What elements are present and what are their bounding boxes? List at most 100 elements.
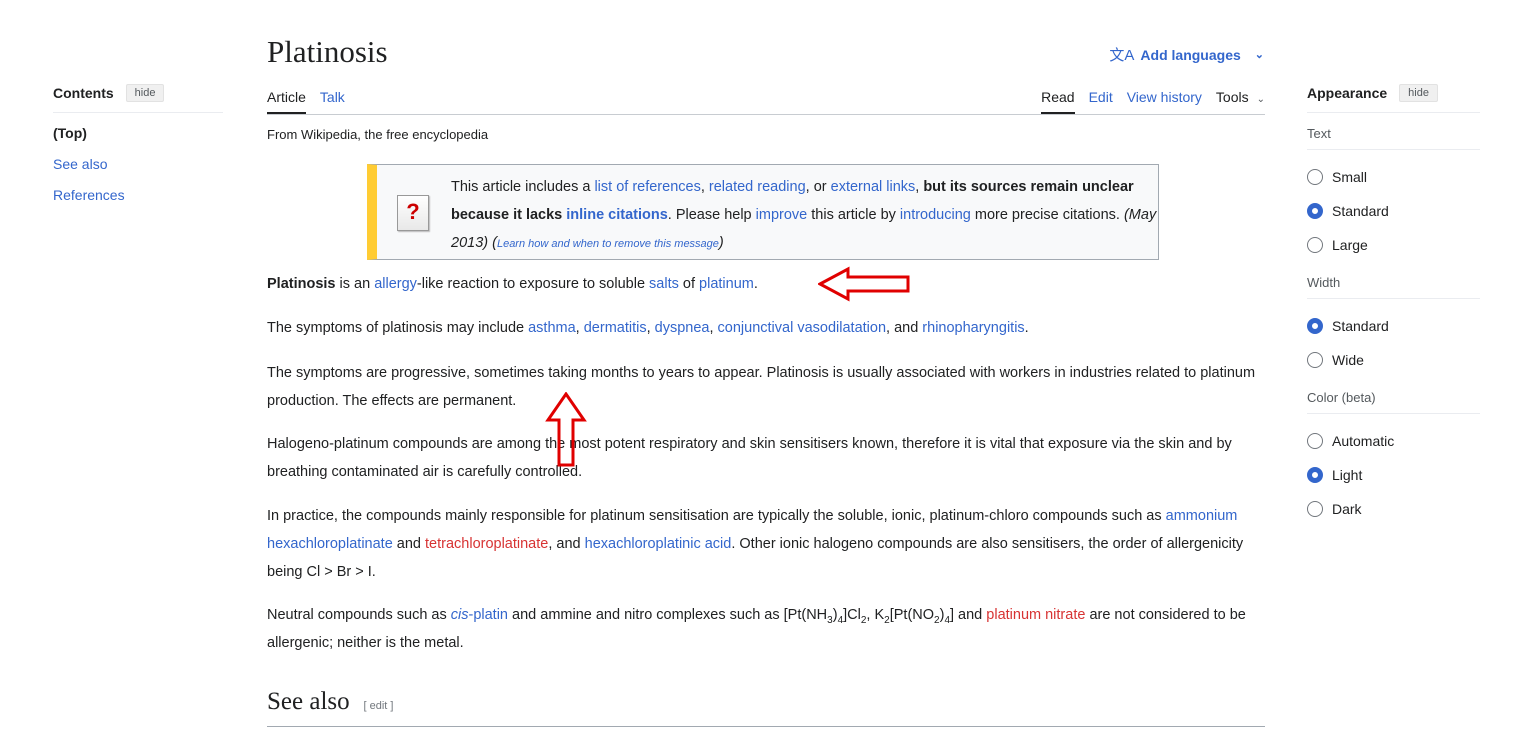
- option-label: Standard: [1332, 318, 1389, 334]
- text: and ammine and nitro complexes such as […: [508, 607, 828, 623]
- toc-header: Contents hide: [53, 82, 223, 113]
- refimprove-notice: ? This article includes a list of refere…: [367, 164, 1159, 260]
- text: ,: [575, 320, 584, 336]
- radio-width-wide[interactable]: Wide: [1307, 343, 1480, 377]
- appearance-header: Appearance hide: [1307, 82, 1480, 113]
- link-platinum[interactable]: platinum: [699, 276, 754, 292]
- link-rhinopharyngitis[interactable]: rhinopharyngitis: [922, 320, 1024, 336]
- table-of-contents: Contents hide (Top) See also References: [53, 82, 223, 216]
- text: more precise citations.: [970, 207, 1124, 223]
- option-label: Light: [1332, 467, 1363, 483]
- text: .: [1024, 320, 1029, 336]
- link-related-reading[interactable]: related reading: [709, 179, 806, 195]
- appearance-hide-button[interactable]: hide: [1399, 84, 1438, 102]
- redlink-tetrachloroplatinate[interactable]: tetrachloroplatinate: [425, 536, 548, 552]
- option-label: Large: [1332, 237, 1368, 253]
- paragraph-halogeno: Halogeno-platinum compounds are among th…: [267, 436, 1232, 480]
- tagline: From Wikipedia, the free encyclopedia: [267, 127, 489, 142]
- radio-selected-icon: [1307, 318, 1323, 334]
- see-also-title: See also: [267, 688, 350, 715]
- option-label: Dark: [1332, 501, 1362, 517]
- radio-color-dark[interactable]: Dark: [1307, 492, 1480, 526]
- link-inline-citations[interactable]: inline citations: [566, 207, 668, 223]
- radio-width-standard[interactable]: Standard: [1307, 309, 1480, 343]
- radio-text-small[interactable]: Small: [1307, 160, 1480, 194]
- text: , K: [866, 607, 885, 623]
- toc-item-references[interactable]: References: [53, 185, 223, 216]
- page-title: Platinosis: [267, 34, 388, 69]
- text: (: [488, 235, 497, 251]
- color-label: Color (beta): [1307, 383, 1480, 414]
- text: .: [753, 276, 758, 292]
- redlink-platinum-nitrate[interactable]: platinum nitrate: [986, 607, 1085, 623]
- text-italic: cis: [450, 607, 469, 623]
- notice-text: This article includes a list of referenc…: [451, 173, 1161, 258]
- radio-icon: [1307, 433, 1323, 449]
- link-introducing[interactable]: introducing: [900, 207, 971, 223]
- link-list-of-references[interactable]: list of references: [594, 179, 700, 195]
- radio-text-standard[interactable]: Standard: [1307, 194, 1480, 228]
- link-cisplatin[interactable]: cis-platin: [451, 607, 508, 623]
- link-conjunctival-vasodilatation[interactable]: conjunctival vasodilatation: [718, 320, 886, 336]
- text: Neutral compounds such as: [267, 607, 451, 623]
- link-asthma[interactable]: asthma: [528, 320, 576, 336]
- link-dermatitis[interactable]: dermatitis: [584, 320, 647, 336]
- link-hexachloroplatinic-acid[interactable]: hexachloroplatinic acid: [585, 536, 732, 552]
- radio-color-light[interactable]: Light: [1307, 458, 1480, 492]
- radio-selected-icon: [1307, 467, 1323, 483]
- text: ]Cl: [843, 607, 861, 623]
- radio-color-automatic[interactable]: Automatic: [1307, 424, 1480, 458]
- text: this article by: [807, 207, 900, 223]
- text-bold: Platinosis: [267, 276, 336, 292]
- link-allergy[interactable]: allergy: [374, 276, 417, 292]
- tab-read[interactable]: Read: [1041, 88, 1075, 114]
- add-languages-button[interactable]: 文A Add languages ⌄: [1109, 44, 1264, 65]
- tab-talk[interactable]: Talk: [320, 88, 345, 112]
- text: is an: [335, 276, 375, 292]
- paragraph-progressive: The symptoms are progressive, sometimes …: [267, 365, 1256, 409]
- text-size-label: Text: [1307, 119, 1480, 150]
- text: In practice, the compounds mainly respon…: [267, 508, 1166, 524]
- radio-text-large[interactable]: Large: [1307, 228, 1480, 262]
- option-label: Automatic: [1332, 433, 1395, 449]
- toc-hide-button[interactable]: hide: [125, 84, 165, 102]
- link-remove-message[interactable]: Learn how and when to remove this messag…: [497, 238, 719, 250]
- toc-item-see-also[interactable]: See also: [53, 154, 223, 185]
- option-label: Wide: [1332, 352, 1364, 368]
- toc-title: Contents: [53, 85, 114, 101]
- radio-icon: [1307, 169, 1323, 185]
- tab-edit[interactable]: Edit: [1089, 88, 1113, 112]
- question-mark-icon: ?: [397, 195, 429, 231]
- text: , or: [805, 179, 831, 195]
- text: , and: [548, 536, 585, 552]
- appearance-panel: Appearance hide Text Small Standard Larg…: [1307, 82, 1480, 526]
- annotation-arrow-left-icon: [818, 266, 910, 302]
- tools-menu[interactable]: Tools ⌄: [1216, 88, 1265, 112]
- text: ): [718, 235, 724, 251]
- text: , and: [886, 320, 923, 336]
- link-salts[interactable]: salts: [649, 276, 679, 292]
- text: ,: [646, 320, 655, 336]
- tools-label: Tools: [1215, 89, 1249, 105]
- text: ,: [709, 320, 718, 336]
- link-dyspnea[interactable]: dyspnea: [655, 320, 710, 336]
- link-external-links[interactable]: external links: [831, 179, 916, 195]
- appearance-title: Appearance: [1307, 85, 1388, 101]
- text: ] and: [950, 607, 987, 623]
- link-improve[interactable]: improve: [756, 207, 808, 223]
- tab-view-history[interactable]: View history: [1127, 88, 1202, 112]
- tab-article[interactable]: Article: [267, 88, 306, 114]
- chevron-down-icon: ⌄: [1254, 49, 1264, 61]
- paragraph-symptoms: The symptoms of platinosis may include a…: [267, 314, 1267, 342]
- section-edit-link[interactable]: [ edit ]: [364, 700, 394, 712]
- paragraph-in-practice: In practice, the compounds mainly respon…: [267, 502, 1267, 586]
- toc-item-top[interactable]: (Top): [53, 123, 223, 154]
- text: -platin: [468, 607, 509, 623]
- width-label: Width: [1307, 268, 1480, 299]
- paragraph-neutral-compounds: Neutral compounds such as cis-platin and…: [267, 601, 1267, 657]
- paragraph-lead: Platinosis is an allergy-like reaction t…: [267, 270, 1267, 298]
- text: The symptoms of platinosis may include: [267, 320, 529, 336]
- text: This article includes a: [451, 179, 595, 195]
- chevron-down-icon: ⌄: [1256, 94, 1265, 105]
- option-label: Small: [1332, 169, 1368, 185]
